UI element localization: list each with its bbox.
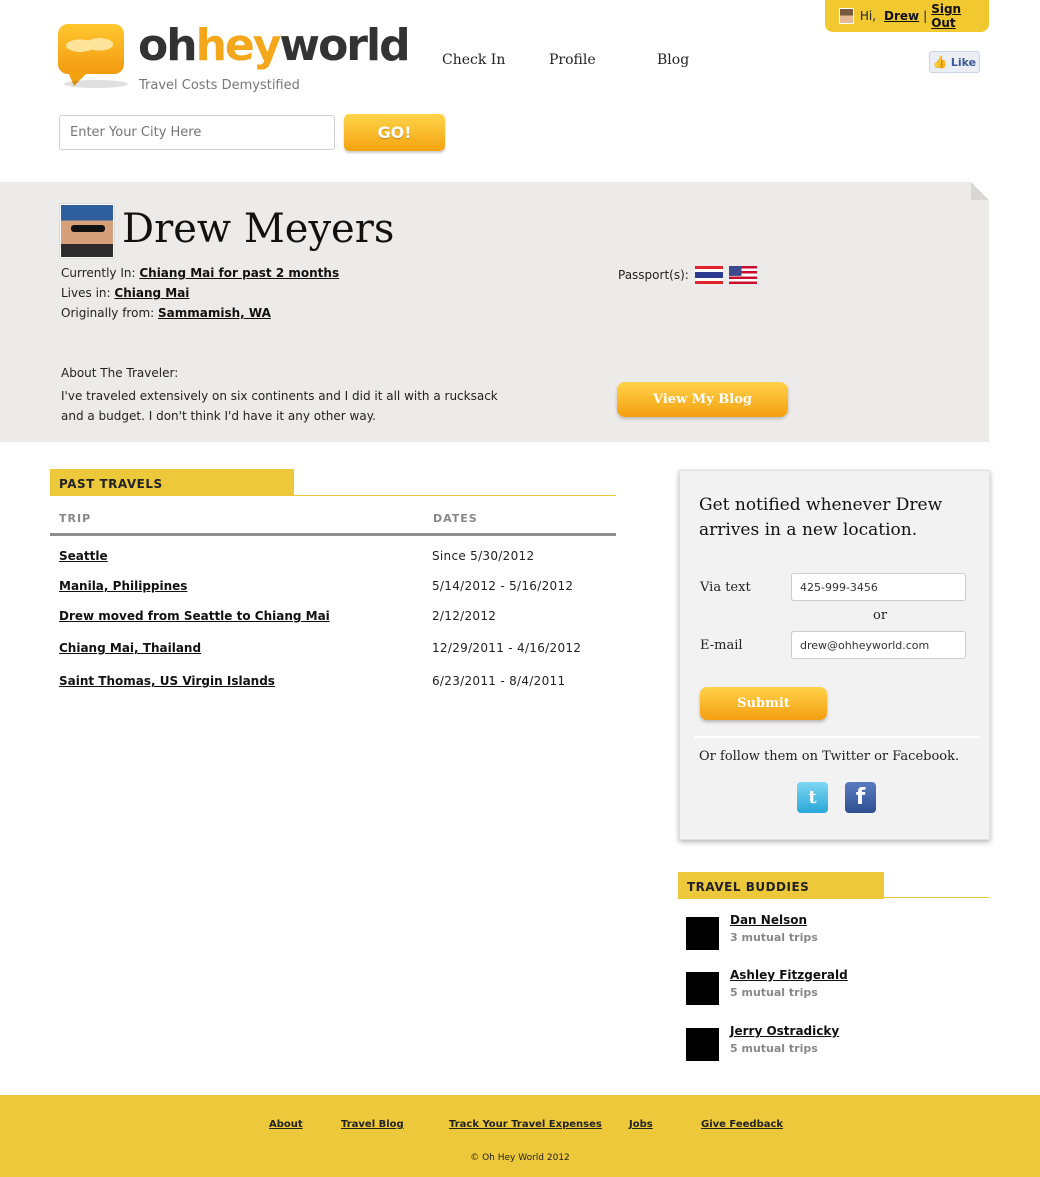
trip-link[interactable]: Manila, Philippines <box>59 579 187 593</box>
page-fold <box>971 182 989 200</box>
footer-link-jobs[interactable]: Jobs <box>629 1119 653 1130</box>
brand-wordmark: ohheyworld <box>138 20 411 71</box>
profile-banner: Drew Meyers Currently In: Chiang Mai for… <box>0 182 989 442</box>
footer-link-about[interactable]: About <box>269 1119 303 1130</box>
currently-in-link[interactable]: Chiang Mai for past 2 months <box>139 266 339 280</box>
buddy-avatar[interactable] <box>686 917 719 950</box>
list-item: Jerry Ostradicky 5 mutual trips <box>686 1024 986 1064</box>
table-row: Manila, Philippines 5/14/2012 - 5/16/201… <box>50 579 616 609</box>
globe-bubble-icon <box>58 24 124 86</box>
view-blog-button[interactable]: View My Blog <box>617 382 788 417</box>
trip-link[interactable]: Chiang Mai, Thailand <box>59 641 201 655</box>
divider <box>694 736 980 738</box>
passports: Passport(s): <box>618 266 757 284</box>
footer-link-travel-blog[interactable]: Travel Blog <box>341 1119 404 1130</box>
buddy-avatar[interactable] <box>686 972 719 1005</box>
trip-dates: 6/23/2011 - 8/4/2011 <box>432 674 566 688</box>
trip-link[interactable]: Saint Thomas, US Virgin Islands <box>59 674 275 688</box>
trip-dates: 5/14/2012 - 5/16/2012 <box>432 579 574 593</box>
table-row: Seattle Since 5/30/2012 <box>50 549 616 579</box>
or-label: or <box>873 608 888 623</box>
lives-in-link[interactable]: Chiang Mai <box>114 286 189 300</box>
notify-heading: Get notified whenever Drew arrives in a … <box>699 495 943 540</box>
footer-link-feedback[interactable]: Give Feedback <box>701 1119 783 1130</box>
thailand-flag-icon <box>694 266 723 284</box>
mutual-trips: 5 mutual trips <box>730 986 818 999</box>
logo[interactable]: ohheyworld Travel Costs Demystified <box>58 20 411 94</box>
divider <box>678 897 989 898</box>
greeting: Hi, <box>859 9 877 23</box>
go-button[interactable]: GO! <box>344 114 445 151</box>
past-travels-heading: PAST TRAVELS <box>50 469 294 496</box>
divider <box>50 495 616 496</box>
buddy-avatar[interactable] <box>686 1028 719 1061</box>
sign-out-link[interactable]: Sign Out <box>931 2 985 30</box>
footer-link-track-expenses[interactable]: Track Your Travel Expenses <box>449 1119 602 1130</box>
profile-name: Drew Meyers <box>122 206 395 252</box>
thumbs-up-icon: 👍 <box>932 55 948 69</box>
nav-check-in[interactable]: Check In <box>442 52 505 68</box>
table-row: Drew moved from Seattle to Chiang Mai 2/… <box>50 609 616 639</box>
trip-link[interactable]: Drew moved from Seattle to Chiang Mai <box>59 609 330 623</box>
user-menu: Hi, Drew | Sign Out <box>825 0 989 32</box>
submit-button[interactable]: Submit <box>700 687 827 720</box>
table-row: Saint Thomas, US Virgin Islands 6/23/201… <box>50 674 616 704</box>
originally-from: Originally from: Sammamish, WA <box>61 306 271 320</box>
buddy-name-link[interactable]: Dan Nelson <box>730 913 807 927</box>
buddy-name-link[interactable]: Ashley Fitzgerald <box>730 968 848 982</box>
email-label: E-mail <box>700 638 743 653</box>
follow-text: Or follow them on Twitter or Facebook. <box>699 749 960 764</box>
footer: About Travel Blog Track Your Travel Expe… <box>0 1095 1040 1177</box>
phone-field[interactable] <box>791 573 966 601</box>
nav-blog[interactable]: Blog <box>657 52 689 68</box>
about-text: I've traveled extensively on six contine… <box>61 389 498 423</box>
facebook-like-button[interactable]: 👍 Like <box>929 51 980 73</box>
trip-dates: 2/12/2012 <box>432 609 497 623</box>
currently-in: Currently In: Chiang Mai for past 2 mont… <box>61 266 340 280</box>
table-row: Chiang Mai, Thailand 12/29/2011 - 4/16/2… <box>50 641 616 671</box>
usa-flag-icon <box>728 266 757 284</box>
user-name-link[interactable]: Drew <box>884 9 919 23</box>
user-avatar <box>839 8 854 24</box>
trip-dates: Since 5/30/2012 <box>432 549 535 563</box>
city-search-input[interactable] <box>59 115 335 150</box>
trip-link[interactable]: Seattle <box>59 549 108 563</box>
list-item: Dan Nelson 3 mutual trips <box>686 913 986 953</box>
mutual-trips: 5 mutual trips <box>730 1042 818 1055</box>
list-item: Ashley Fitzgerald 5 mutual trips <box>686 968 986 1008</box>
trip-dates: 12/29/2011 - 4/16/2012 <box>432 641 582 655</box>
buddy-name-link[interactable]: Jerry Ostradicky <box>730 1024 839 1038</box>
column-header-trip: TRIP <box>59 512 92 525</box>
twitter-icon[interactable]: t <box>797 782 828 813</box>
travel-buddies-heading: TRAVEL BUDDIES <box>678 872 884 899</box>
divider <box>50 533 616 536</box>
column-header-dates: DATES <box>433 512 478 525</box>
mutual-trips: 3 mutual trips <box>730 931 818 944</box>
lives-in: Lives in: Chiang Mai <box>61 286 190 300</box>
brand-tagline: Travel Costs Demystified <box>139 78 300 93</box>
profile-avatar <box>60 204 114 258</box>
facebook-icon[interactable]: f <box>845 782 876 813</box>
notify-panel: Get notified whenever Drew arrives in a … <box>679 470 990 840</box>
via-text-label: Via text <box>700 580 751 595</box>
copyright: © Oh Hey World 2012 <box>470 1153 570 1163</box>
about-label: About The Traveler: <box>61 366 179 380</box>
nav-profile[interactable]: Profile <box>549 52 596 68</box>
email-field[interactable] <box>791 631 966 659</box>
originally-from-link[interactable]: Sammamish, WA <box>158 306 271 320</box>
